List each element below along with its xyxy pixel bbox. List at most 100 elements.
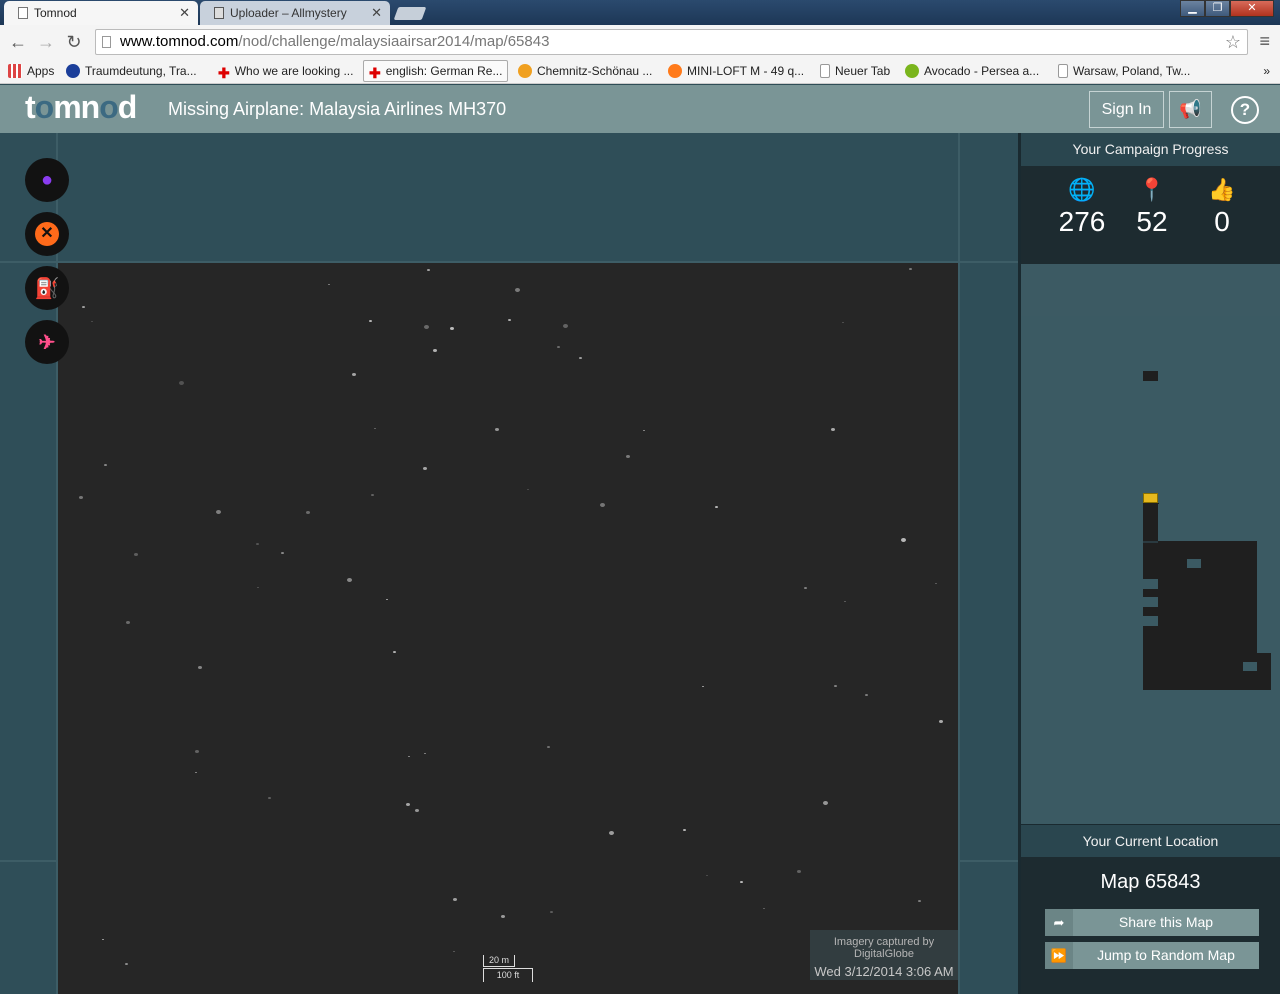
image-speck bbox=[306, 511, 310, 514]
image-speck bbox=[453, 951, 455, 952]
image-speck bbox=[508, 319, 511, 321]
image-speck bbox=[424, 325, 429, 329]
apps-grid-icon bbox=[8, 64, 22, 78]
map-area[interactable] bbox=[0, 133, 1018, 994]
bookmark-who-we-are[interactable]: ✚ Who we are looking ... bbox=[218, 59, 353, 83]
tag-wreckage-tool[interactable]: ✕ bbox=[25, 212, 69, 256]
maps-viewed-stat: 🌐 276 bbox=[1047, 176, 1117, 240]
image-speck bbox=[557, 346, 560, 348]
map-grid-line bbox=[0, 860, 58, 862]
minimap-gap bbox=[1143, 597, 1158, 607]
image-speck bbox=[550, 911, 553, 913]
fast-forward-icon: ⏩ bbox=[1045, 942, 1073, 969]
menu-icon[interactable]: ≡ bbox=[1259, 31, 1270, 52]
url-text[interactable]: www.tomnod.com/nod/challenge/malaysiaair… bbox=[120, 30, 549, 54]
share-map-button[interactable]: ➦ Share this Map bbox=[1045, 909, 1259, 936]
forward-arrow-icon[interactable]: → bbox=[34, 30, 58, 54]
bookmark-avocado[interactable]: Avocado - Persea a... bbox=[905, 59, 1039, 83]
minimap-gap bbox=[1143, 616, 1158, 626]
map-pin-icon: 📍 bbox=[1138, 177, 1166, 202]
minimap-gap bbox=[1243, 662, 1257, 671]
close-window-icon[interactable]: ✕ bbox=[1230, 0, 1274, 17]
tomnod-logo[interactable]: tomnod bbox=[25, 89, 137, 126]
scale-imperial: 100 ft bbox=[483, 968, 533, 982]
bookmark-warsaw[interactable]: Warsaw, Poland, Tw... bbox=[1058, 59, 1190, 83]
image-speck bbox=[939, 720, 943, 723]
help-icon[interactable]: ? bbox=[1231, 96, 1259, 124]
image-speck bbox=[91, 321, 93, 322]
minimap-current-cell bbox=[1143, 493, 1158, 503]
tab-tomnod[interactable]: Tomnod ✕ bbox=[4, 1, 198, 25]
bookmarks-bar: Apps Traumdeutung, Tra... ✚ Who we are lo… bbox=[0, 59, 1280, 84]
tag-life-raft-tool[interactable]: ✈ bbox=[25, 320, 69, 364]
image-speck bbox=[501, 915, 505, 918]
app-header: tomnod Missing Airplane: Malaysia Airlin… bbox=[0, 85, 1280, 133]
image-speck bbox=[423, 467, 427, 470]
image-speck bbox=[935, 583, 937, 584]
bookmark-chemnitz[interactable]: Chemnitz-Schönau ... bbox=[518, 59, 652, 83]
image-speck bbox=[433, 349, 437, 352]
image-speck bbox=[79, 496, 83, 499]
airplane-icon: ✈ bbox=[38, 331, 56, 354]
progress-minimap[interactable] bbox=[1021, 316, 1280, 824]
image-speck bbox=[844, 601, 846, 602]
tab-label: Tomnod bbox=[34, 6, 77, 20]
thumbs-up-icon: 👍 bbox=[1208, 177, 1236, 202]
reload-icon[interactable]: ↻ bbox=[62, 30, 86, 54]
image-speck bbox=[427, 269, 430, 271]
more-bookmarks-icon[interactable]: » bbox=[1263, 59, 1270, 83]
image-speck bbox=[386, 599, 388, 600]
scale-metric: 20 m bbox=[483, 955, 515, 967]
page-icon bbox=[820, 64, 830, 78]
share-arrow-icon: ➦ bbox=[1045, 909, 1073, 936]
image-speck bbox=[104, 464, 107, 466]
satellite-image-tile[interactable] bbox=[58, 263, 958, 994]
bookmark-apps[interactable]: Apps bbox=[8, 59, 54, 83]
sidebar: Your Campaign Progress 🌐 276 📍 52 👍 0 Yo… bbox=[1018, 133, 1280, 994]
address-bar[interactable]: www.tomnod.com/nod/challenge/malaysiaair… bbox=[95, 29, 1248, 55]
maximize-icon[interactable]: ❐ bbox=[1205, 0, 1230, 17]
image-speck bbox=[831, 428, 835, 431]
image-speck bbox=[918, 900, 921, 902]
image-speck bbox=[453, 898, 457, 901]
sign-in-button[interactable]: Sign In bbox=[1089, 91, 1164, 128]
new-tab-button[interactable] bbox=[393, 7, 427, 20]
megaphone-icon[interactable]: 📢 bbox=[1169, 91, 1212, 128]
bookmark-english-german[interactable]: ✚ english: German Re... bbox=[363, 60, 509, 82]
image-speck bbox=[804, 587, 807, 589]
image-speck bbox=[563, 324, 568, 328]
image-speck bbox=[823, 801, 828, 805]
imagery-credit: Imagery captured by DigitalGlobe bbox=[833, 936, 935, 960]
back-arrow-icon[interactable]: ← bbox=[6, 30, 30, 54]
campaign-progress-title: Your Campaign Progress bbox=[1021, 133, 1280, 166]
bookmark-star-icon[interactable]: ☆ bbox=[1225, 30, 1241, 54]
jump-random-map-button[interactable]: ⏩ Jump to Random Map bbox=[1045, 942, 1259, 969]
red-cross-icon: ✚ bbox=[218, 65, 230, 81]
tag-oil-slick-tool[interactable]: ⛽ bbox=[25, 266, 69, 310]
image-speck bbox=[865, 694, 868, 696]
campaign-title: Missing Airplane: Malaysia Airlines MH37… bbox=[168, 99, 507, 119]
bookmark-neuer-tab[interactable]: Neuer Tab bbox=[820, 59, 890, 83]
image-speck bbox=[393, 651, 396, 653]
image-speck bbox=[126, 621, 130, 624]
bookmark-traumdeutung[interactable]: Traumdeutung, Tra... bbox=[66, 59, 197, 83]
image-speck bbox=[125, 963, 128, 965]
browser-toolbar: ← → ↻ www.tomnod.com/nod/challenge/malay… bbox=[0, 25, 1280, 59]
orange-circle-icon bbox=[518, 64, 532, 78]
image-speck bbox=[268, 797, 271, 799]
image-speck bbox=[406, 803, 410, 806]
bookmark-mini-loft[interactable]: MINI-LOFT M - 49 q... bbox=[668, 59, 804, 83]
orange-face-icon bbox=[668, 64, 682, 78]
image-speck bbox=[643, 430, 645, 431]
sidebar-spacer bbox=[1021, 264, 1280, 316]
campaign-stats: 🌐 276 📍 52 👍 0 bbox=[1021, 166, 1280, 264]
image-speck bbox=[82, 306, 85, 308]
agreements-stat: 👍 0 bbox=[1187, 176, 1257, 240]
tag-pin-tool[interactable]: ● bbox=[25, 158, 69, 202]
close-tab-icon[interactable]: ✕ bbox=[371, 1, 382, 25]
minimize-icon[interactable]: ▁ bbox=[1180, 0, 1205, 17]
close-tab-icon[interactable]: ✕ bbox=[179, 1, 190, 25]
tab-uploader[interactable]: Uploader – Allmystery ✕ bbox=[200, 1, 390, 25]
image-speck bbox=[706, 875, 708, 876]
image-speck bbox=[195, 750, 199, 753]
